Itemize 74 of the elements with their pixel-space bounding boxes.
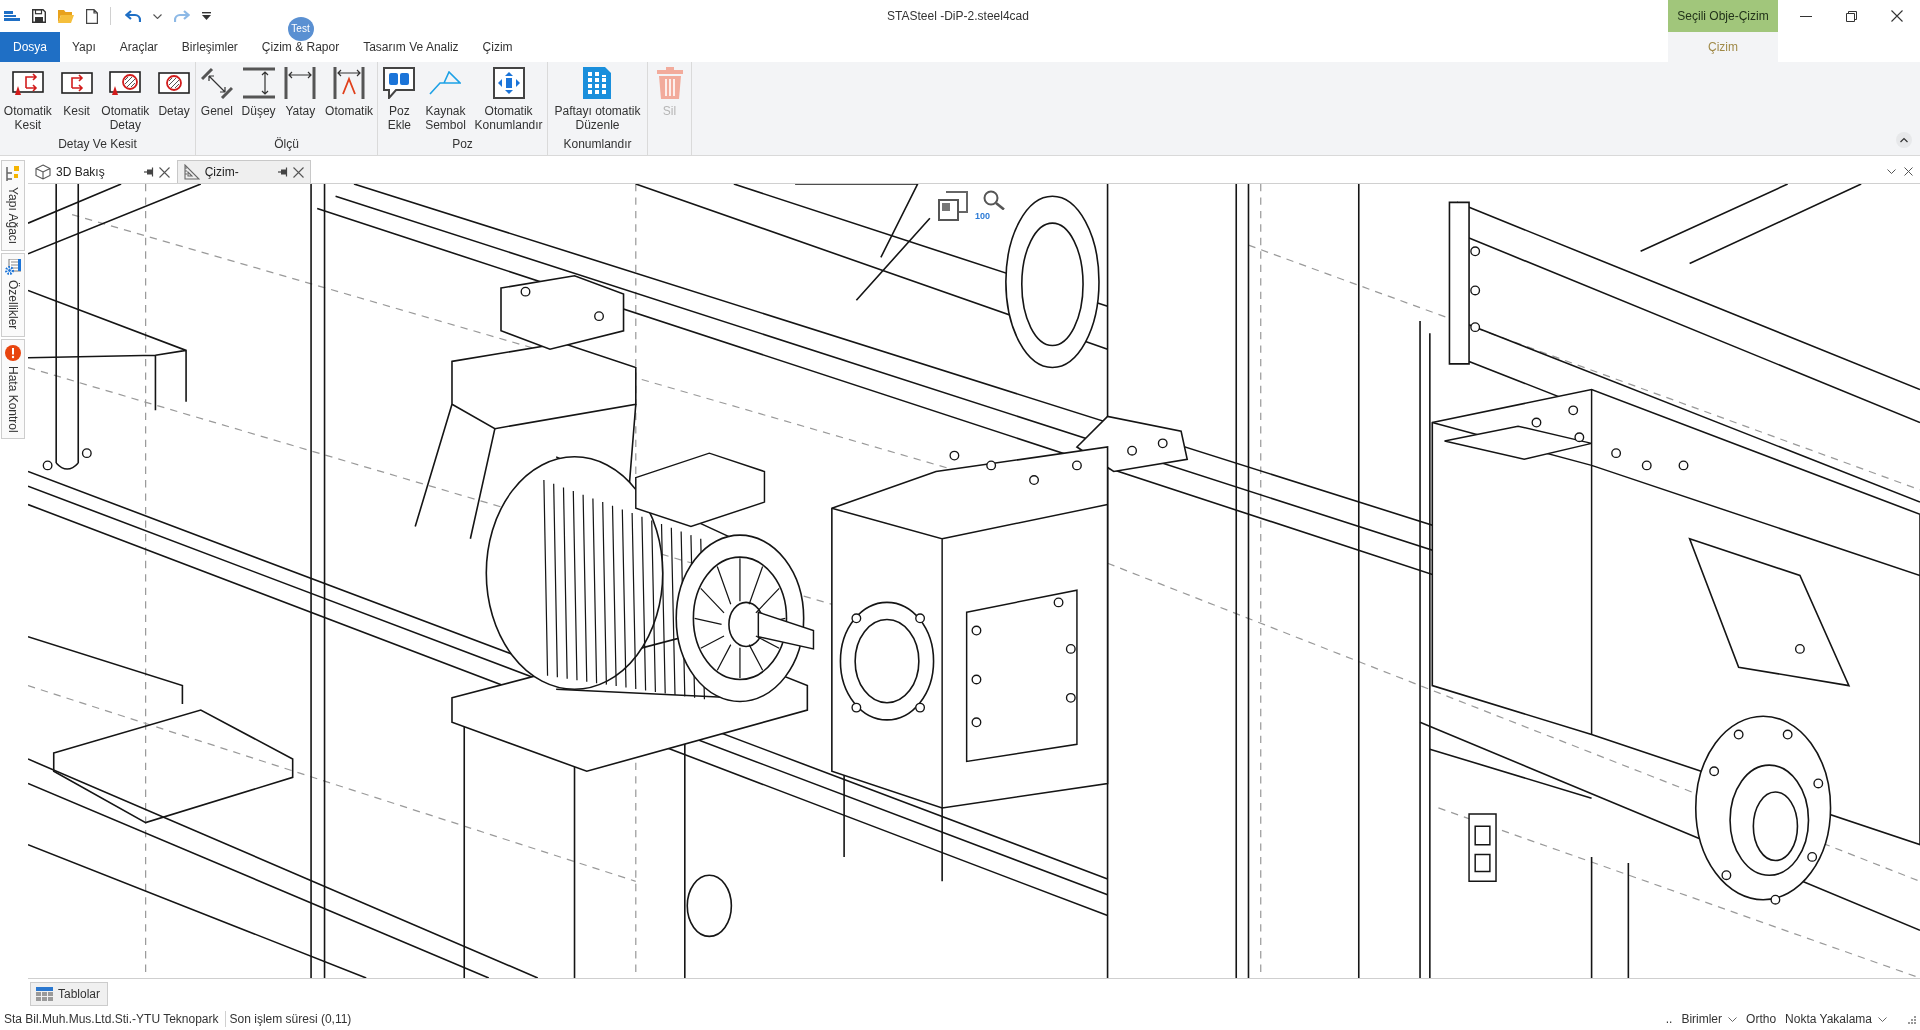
pin-icon[interactable] (143, 167, 154, 177)
ribbon-tab[interactable]: Birleşimler (169, 32, 250, 62)
app-logo-icon[interactable] (4, 11, 20, 21)
status-text: Son işlem süresi (0,11) (228, 1012, 353, 1026)
vertical-dimension-icon (242, 67, 275, 99)
customize-menu-icon[interactable] (202, 12, 211, 20)
close-icon[interactable] (1891, 10, 1903, 22)
ribbon-button[interactable]: Otomatik Konumlandır (472, 67, 545, 133)
new-document-icon[interactable] (86, 8, 98, 24)
ribbon-button[interactable]: Kesit (57, 67, 96, 119)
speech-bubble-icon (383, 67, 416, 99)
pin-icon[interactable] (277, 167, 288, 177)
section-view-icon (60, 72, 93, 94)
ribbon-group-label: Poz (452, 137, 473, 151)
document-tab[interactable]: Çizim- (176, 160, 311, 183)
ribbon-button[interactable]: Düşey (239, 67, 278, 119)
close-icon[interactable] (292, 166, 304, 178)
table-icon (36, 987, 53, 1001)
status-bar-button[interactable]: .. (1665, 1012, 1673, 1026)
status-bar-button[interactable]: Birimler (1681, 1012, 1738, 1026)
ribbon-button[interactable]: Kaynak Sembol (423, 67, 468, 133)
chevron-down-icon[interactable] (1887, 169, 1896, 174)
dimension-marker-icon (333, 67, 366, 99)
file-menu-button[interactable]: Dosya (0, 32, 60, 62)
undo-icon[interactable] (125, 10, 141, 22)
caret-down-icon[interactable] (153, 13, 162, 19)
search-icon[interactable] (983, 190, 1005, 210)
save-icon[interactable] (32, 9, 46, 23)
side-panel-tab[interactable]: Hata Kontrol (1, 338, 25, 440)
ribbon-button[interactable]: Genel (197, 67, 236, 119)
status-text: Sta Bil.Muh.Mus.Ltd.Sti.-YTU Teknopark (3, 1012, 220, 1026)
restore-icon[interactable] (1846, 10, 1857, 22)
ribbon-button[interactable]: Poz Ekle (380, 67, 419, 133)
section-view-icon (11, 71, 44, 95)
tree-structure-icon (5, 166, 21, 182)
ribbon-group-label: Konumlandır (563, 137, 632, 151)
minimize-icon[interactable] (1800, 15, 1812, 17)
trash-icon (656, 67, 683, 99)
status-bar-button[interactable]: Ortho (1746, 1012, 1777, 1026)
ribbon-tab[interactable]: Yapı (60, 32, 108, 62)
ribbon-group-label: Ölçü (274, 137, 299, 151)
ribbon-button[interactable]: Yatay (281, 67, 320, 119)
collapse-ribbon-icon[interactable] (1896, 132, 1912, 148)
status-bar-button[interactable]: Nokta Yakalama (1785, 1012, 1887, 1026)
weld-symbol-icon (429, 71, 462, 95)
side-panel-tab[interactable]: Yapı Ağacı (1, 160, 25, 252)
panel-tab[interactable]: Tablolar (30, 982, 109, 1006)
arrows-frame-icon (492, 67, 525, 99)
side-panel-tab[interactable]: Özellikler (1, 253, 25, 337)
cube-icon (35, 164, 51, 180)
chevron-down-icon (1728, 1016, 1738, 1022)
close-icon[interactable] (158, 166, 170, 178)
grid-sheet-icon (583, 67, 612, 99)
zoom-level-label: 100 (975, 211, 991, 221)
notification-badge: Test (287, 17, 314, 41)
window-title: STASteel -DiP-2.steel4cad (887, 9, 1029, 23)
ribbon-group-label: Detay Ve Kesit (58, 137, 137, 151)
context-tab-group-label: Seçili Obje-Çizim (1668, 0, 1778, 32)
properties-gear-icon (5, 259, 21, 276)
ribbon-tab[interactable]: Araçlar (107, 32, 170, 62)
horizontal-dimension-icon (284, 67, 317, 99)
angled-dimension-icon (200, 67, 233, 99)
ribbon-button[interactable]: Otomatik Detay (99, 67, 152, 133)
ribbon-button[interactable]: Otomatik Kesit (1, 67, 54, 133)
ribbon-button[interactable]: Otomatik (323, 67, 376, 119)
ribbon-button[interactable]: Detay (155, 67, 194, 119)
chevron-down-icon (1878, 1016, 1887, 1022)
resize-grip-icon[interactable] (1908, 1016, 1916, 1024)
viewport-layout-icon[interactable] (938, 191, 968, 221)
close-icon[interactable] (1904, 167, 1913, 176)
exclamation-icon (5, 344, 21, 361)
ribbon-button[interactable]: Paftayı otomatik Düzenle (552, 67, 643, 133)
ribbon-tab[interactable]: Çizim (470, 32, 525, 62)
ribbon-tab[interactable]: Tasarım Ve Analiz (351, 32, 471, 62)
